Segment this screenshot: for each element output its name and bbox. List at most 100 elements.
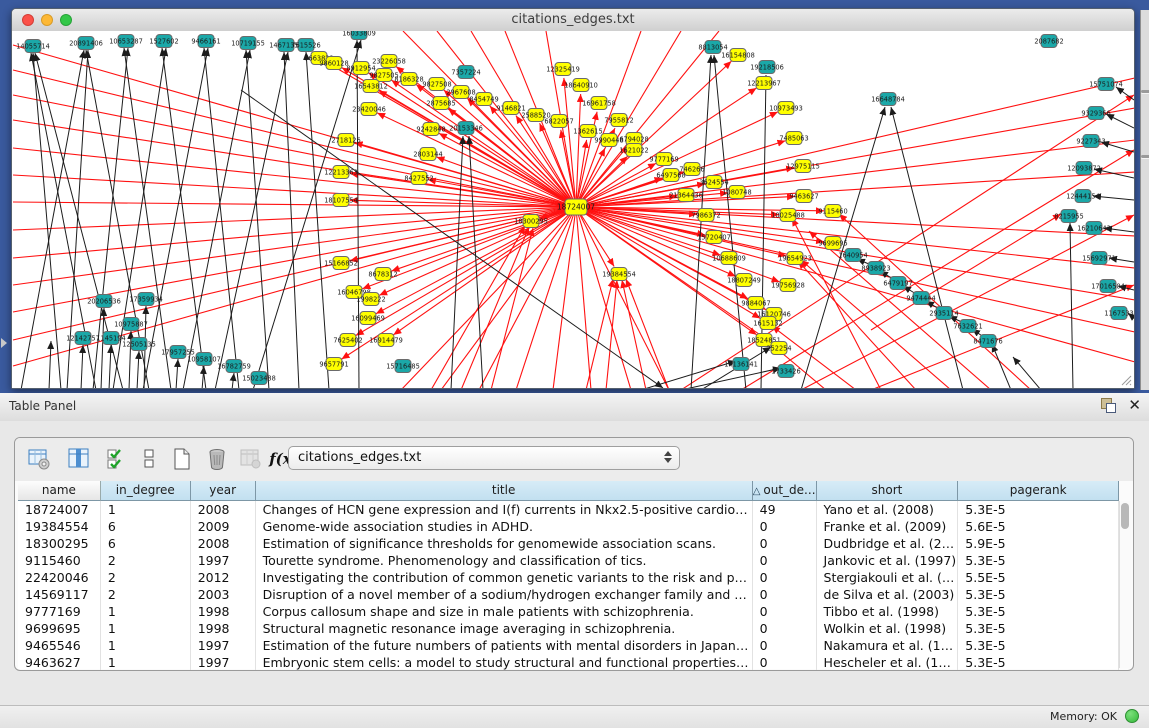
graph-edge[interactable]	[176, 359, 178, 388]
table-row[interactable]: 969969511998Structural magnetic resonanc…	[18, 620, 1119, 637]
table-cell[interactable]: 2003	[191, 586, 256, 603]
graph-edge[interactable]	[576, 31, 719, 207]
network-window-titlebar[interactable]: citations_edges.txt	[12, 9, 1134, 32]
table-cell[interactable]: 5.3E-5	[958, 603, 1119, 620]
table-row[interactable]: 946554611997Estimation of the future num…	[18, 637, 1119, 654]
graph-edge[interactable]	[576, 207, 631, 388]
table-cell[interactable]: 1	[101, 654, 191, 671]
table-cell[interactable]: Yano et al. (2008)	[817, 501, 959, 518]
graph-edge[interactable]	[393, 207, 576, 335]
column-header-out_de[interactable]: △out_de...	[753, 481, 817, 501]
citation-network-graph[interactable]: 1405571420891406106532871527602946616110…	[12, 31, 1134, 388]
network-canvas[interactable]: 1405571420891406106532871527602946616110…	[12, 31, 1134, 388]
table-cell[interactable]: 1	[101, 620, 191, 637]
graph-edge[interactable]	[1116, 87, 1134, 100]
table-cell[interactable]: 1	[101, 637, 191, 654]
table-cell[interactable]: 5.3E-5	[958, 586, 1119, 603]
table-cell[interactable]: 9465546	[18, 637, 101, 654]
table-cell[interactable]: 6	[101, 518, 191, 535]
new-column-icon[interactable]	[169, 446, 195, 472]
column-header-in_degree[interactable]: in_degree	[101, 481, 191, 501]
column-header-name[interactable]: name	[18, 481, 101, 501]
table-cell[interactable]: 1	[101, 603, 191, 620]
column-visibility-icon[interactable]	[104, 446, 130, 472]
graph-edge[interactable]	[586, 279, 613, 388]
table-cell[interactable]: 2	[101, 552, 191, 569]
graph-edge[interactable]	[350, 173, 576, 207]
graph-edge[interactable]	[81, 345, 83, 388]
table-row[interactable]: 1830029562008Estimation of significance …	[18, 535, 1119, 552]
graph-edge[interactable]	[479, 207, 576, 388]
table-cell[interactable]: 2	[101, 586, 191, 603]
table-cell[interactable]: Estimation of significance thresholds fo…	[256, 535, 753, 552]
table-cell[interactable]: Disruption of a novel member of a sodium…	[256, 586, 753, 603]
graph-edge[interactable]	[801, 215, 1134, 388]
table-cell[interactable]: 2009	[191, 518, 256, 535]
graph-edge[interactable]	[183, 50, 250, 388]
table-cell[interactable]: Dudbridge et al. (2008)	[817, 535, 959, 552]
graph-edge[interactable]	[576, 207, 1134, 236]
table-cell[interactable]: 0	[753, 518, 817, 535]
table-cell[interactable]: 0	[753, 586, 817, 603]
table-cell[interactable]: 2008	[191, 535, 256, 552]
graph-edge[interactable]	[992, 344, 1011, 388]
table-cell[interactable]: 22420046	[18, 569, 101, 586]
graph-edge[interactable]	[13, 70, 576, 207]
table-cell[interactable]: 0	[753, 637, 817, 654]
table-cell[interactable]: 9463627	[18, 654, 101, 671]
graph-edge[interactable]	[13, 207, 576, 258]
table-cell[interactable]: 0	[753, 569, 817, 586]
table-cell[interactable]: 5.5E-5	[958, 569, 1119, 586]
table-cell[interactable]: 5.9E-5	[958, 535, 1119, 552]
table-cell[interactable]: Changes of HCN gene expression and I(f) …	[256, 501, 753, 518]
table-cell[interactable]: Structural magnetic resonance image aver…	[256, 620, 753, 637]
table-cell[interactable]: Stergiakouli et al. (2012)	[817, 569, 959, 586]
graph-edge[interactable]	[204, 48, 239, 388]
table-cell[interactable]: 9699695	[18, 620, 101, 637]
table-cell[interactable]: 5.3E-5	[958, 552, 1119, 569]
table-cell[interactable]: de Silva et al. (2003)	[817, 586, 959, 603]
delete-column-icon[interactable]	[204, 446, 230, 472]
table-cell[interactable]: Jankovic et al. (1997)	[817, 552, 959, 569]
graph-edge[interactable]	[49, 341, 51, 388]
table-cell[interactable]: 49	[753, 501, 817, 518]
graph-edge[interactable]	[461, 227, 529, 388]
graph-edge[interactable]	[772, 326, 856, 388]
close-panel-icon[interactable]: ✕	[1128, 398, 1141, 413]
graph-edge[interactable]	[641, 361, 736, 388]
graph-edge[interactable]	[246, 50, 269, 388]
graph-edge[interactable]	[101, 308, 104, 388]
graph-edge[interactable]	[1101, 142, 1134, 152]
table-row[interactable]: 2242004622012Investigating the contribut…	[18, 569, 1119, 586]
table-cell[interactable]: 1998	[191, 620, 256, 637]
table-cell[interactable]: Genome-wide association studies in ADHD.	[256, 518, 753, 535]
table-vertical-scrollbar[interactable]	[1119, 501, 1131, 668]
table-cell[interactable]: 9115460	[18, 552, 101, 569]
graph-edge[interactable]	[564, 78, 576, 207]
panel-collapse-arrow-icon[interactable]	[1, 338, 7, 348]
graph-edge[interactable]	[576, 78, 1134, 207]
float-panel-icon[interactable]	[1101, 398, 1116, 413]
table-cell[interactable]: Corpus callosum shape and size in male p…	[256, 603, 753, 620]
table-cell[interactable]: 5.3E-5	[958, 654, 1119, 671]
table-cell[interactable]: Embryonic stem cells: a model to study s…	[256, 654, 753, 671]
graph-edge[interactable]	[1013, 357, 1041, 388]
table-cell[interactable]: Tibbo et al. (1998)	[817, 603, 959, 620]
table-cell[interactable]: 1997	[191, 654, 256, 671]
table-cell[interactable]: 0	[753, 654, 817, 671]
table-row[interactable]: 911546021997Tourette syndrome. Phenomeno…	[18, 552, 1119, 569]
table-cell[interactable]: 18300295	[18, 535, 101, 552]
table-cell[interactable]: Estimation of the future numbers of pati…	[256, 637, 753, 654]
table-row[interactable]: 946362711997Embryonic stem cells: a mode…	[18, 654, 1119, 671]
column-header-pagerank[interactable]: pagerank	[958, 481, 1119, 501]
table-selector[interactable]: citations_edges.txt	[288, 446, 680, 470]
table-cell[interactable]: 2008	[191, 501, 256, 518]
table-row[interactable]: 1872400712008Changes of HCN gene express…	[18, 501, 1119, 518]
table-cell[interactable]: 2	[101, 569, 191, 586]
table-cell[interactable]: 0	[753, 603, 817, 620]
graph-edge[interactable]	[801, 107, 885, 388]
table-cell[interactable]: 1997	[191, 552, 256, 569]
graph-edge[interactable]	[232, 373, 234, 388]
graph-edge[interactable]	[143, 48, 208, 388]
table-row[interactable]: 1456911722003Disruption of a novel membe…	[18, 586, 1119, 603]
